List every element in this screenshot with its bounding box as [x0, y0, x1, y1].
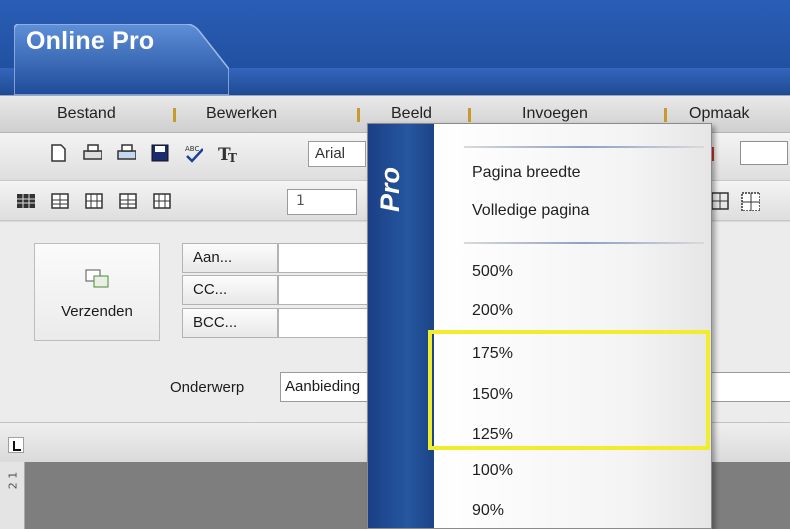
font-icon[interactable]: TT: [218, 143, 238, 163]
table-grid-icon[interactable]: [740, 191, 760, 211]
vertical-ruler-mark: 2 1: [6, 471, 20, 490]
menu-side-label: Pro: [375, 166, 405, 212]
send-button[interactable]: Verzenden: [34, 243, 160, 341]
new-document-icon[interactable]: [48, 143, 68, 163]
insert-row-icon[interactable]: [50, 191, 70, 211]
menu-bestand[interactable]: Bestand: [57, 105, 116, 123]
title-bar: Online Pro: [0, 0, 790, 95]
menu-beeld[interactable]: Beeld: [391, 105, 432, 123]
view-zoom-menu: Pro Pagina breedte Volledige pagina 500%…: [367, 123, 712, 529]
menu-list: Pagina breedte Volledige pagina 500% 200…: [434, 124, 711, 528]
delete-column-icon[interactable]: [152, 191, 172, 211]
menu-item-zoom-100[interactable]: 100%: [472, 462, 513, 480]
svg-text:ABC: ABC: [185, 145, 199, 153]
menu-separator: [468, 108, 471, 122]
highlight-box: [428, 330, 710, 450]
cc-button[interactable]: CC...: [182, 275, 278, 305]
tab-stop-selector[interactable]: [8, 437, 24, 453]
font-family-select[interactable]: Arial: [308, 141, 366, 167]
font-size-select[interactable]: 1: [287, 189, 357, 215]
menu-separator: [464, 146, 704, 148]
menu-separator: [173, 108, 176, 122]
to-field[interactable]: [278, 243, 378, 273]
menu-separator: [357, 108, 360, 122]
menu-item-volledige-pagina[interactable]: Volledige pagina: [472, 202, 589, 220]
highlight-color-box[interactable]: [740, 141, 788, 165]
menu-separator: [464, 242, 704, 244]
menu-opmaak[interactable]: Opmaak: [689, 105, 749, 123]
send-icon: [85, 269, 109, 288]
spellcheck-icon[interactable]: ABC: [183, 143, 203, 163]
app-title: Online Pro: [26, 27, 155, 55]
menu-item-zoom-200[interactable]: 200%: [472, 302, 513, 320]
insert-table-icon[interactable]: [16, 191, 36, 211]
menu-item-zoom-500[interactable]: 500%: [472, 263, 513, 281]
delete-row-icon[interactable]: [118, 191, 138, 211]
table-border-icon[interactable]: [710, 191, 730, 211]
svg-text:T: T: [228, 151, 237, 163]
to-button[interactable]: Aan...: [182, 243, 278, 273]
insert-column-icon[interactable]: [84, 191, 104, 211]
subject-field-end[interactable]: [710, 372, 790, 402]
print-icon[interactable]: [82, 143, 102, 163]
print-preview-icon[interactable]: [116, 143, 136, 163]
bcc-field[interactable]: [278, 308, 378, 338]
menu-side-banner: Pro: [368, 124, 434, 528]
save-icon[interactable]: [150, 143, 170, 163]
vertical-ruler: 2 1: [0, 462, 25, 529]
subject-field[interactable]: Aanbieding: [280, 372, 380, 402]
menu-invoegen[interactable]: Invoegen: [522, 105, 588, 123]
send-label: Verzenden: [61, 303, 133, 320]
menu-item-pagina-breedte[interactable]: Pagina breedte: [472, 164, 581, 182]
menu-item-zoom-90[interactable]: 90%: [472, 502, 504, 520]
menu-bewerken[interactable]: Bewerken: [206, 105, 277, 123]
subject-label: Onderwerp: [170, 379, 245, 396]
bcc-button[interactable]: BCC...: [182, 308, 278, 338]
cc-field[interactable]: [278, 275, 378, 305]
menu-separator: [664, 108, 667, 122]
